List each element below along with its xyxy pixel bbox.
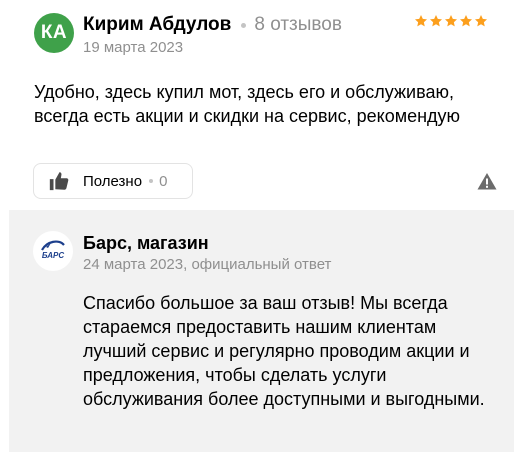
star-icon xyxy=(444,15,458,27)
star-icon xyxy=(474,15,488,27)
review-text: Удобно, здесь купил мот, здесь его и обс… xyxy=(34,82,461,126)
useful-button[interactable]: Полезно 0 xyxy=(33,163,193,199)
star-icon xyxy=(429,15,443,27)
review-card: КА Кирим Абдулов 8 отзывов 19 марта 2023… xyxy=(0,0,517,458)
official-reply: БАРС Барс, магазин 24 марта 2023, официа… xyxy=(9,210,514,452)
reply-text: Спасибо большое за ваш отзыв! Мы всегда … xyxy=(83,293,485,409)
review-date: 19 марта 2023 xyxy=(83,39,184,56)
bars-logo-icon: БАРС xyxy=(41,240,65,260)
useful-label: Полезно xyxy=(83,172,143,190)
thumbs-up-icon xyxy=(49,172,69,191)
business-name[interactable]: Барс, магазин xyxy=(83,233,209,254)
svg-text:БАРС: БАРС xyxy=(42,251,64,260)
star-icon xyxy=(414,15,428,27)
star-rating xyxy=(414,14,488,28)
useful-count: 0 xyxy=(159,172,168,190)
separator-dot xyxy=(241,22,247,28)
author-avatar[interactable]: КА xyxy=(34,13,74,53)
warning-triangle-icon[interactable] xyxy=(477,172,497,190)
reply-date: 24 марта 2023 xyxy=(83,256,184,273)
reply-meta: 24 марта 2023, официальный ответ xyxy=(83,256,332,273)
author-review-count: 8 отзывов xyxy=(254,14,342,35)
official-reply-badge: официальный ответ xyxy=(191,256,332,273)
star-icon xyxy=(459,15,473,27)
business-logo[interactable]: БАРС xyxy=(33,231,73,271)
separator-dot xyxy=(149,179,154,183)
author-line: Кирим Абдулов 8 отзывов xyxy=(83,14,342,36)
author-name[interactable]: Кирим Абдулов xyxy=(83,14,231,36)
